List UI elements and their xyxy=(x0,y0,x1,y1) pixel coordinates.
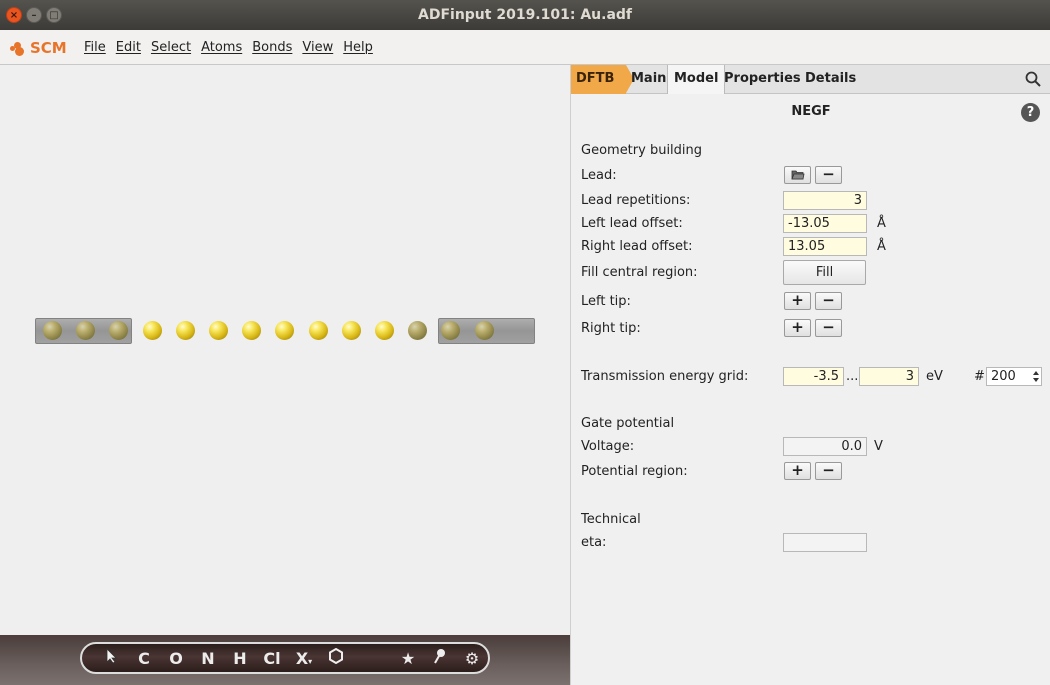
lead-open-button[interactable] xyxy=(784,166,811,184)
potential-region-add-button[interactable]: + xyxy=(784,462,811,480)
left-lead-offset-label: Left lead offset: xyxy=(581,216,683,231)
gold-atom[interactable] xyxy=(308,321,328,340)
transmission-grid-label: Transmission energy grid: xyxy=(581,369,749,384)
tool-chlorine[interactable]: Cl xyxy=(256,649,288,668)
search-icon[interactable] xyxy=(1025,71,1041,87)
fill-button[interactable]: Fill xyxy=(783,260,866,285)
gold-atom[interactable] xyxy=(175,321,195,340)
voltage-input[interactable]: 0.0 xyxy=(783,437,867,456)
tool-element-x-label: X xyxy=(295,648,309,668)
right-tip-remove-button[interactable]: − xyxy=(815,319,842,337)
tool-oxygen[interactable]: O xyxy=(160,649,192,668)
scm-logo-icon xyxy=(10,41,28,56)
gold-atom[interactable] xyxy=(209,321,228,340)
eta-label: eta: xyxy=(581,535,607,550)
pin-icon[interactable] xyxy=(424,648,456,668)
menu-bonds[interactable]: Bonds xyxy=(247,30,297,65)
eta-input[interactable] xyxy=(783,533,867,552)
panel-title: NEGF xyxy=(791,104,831,119)
tool-carbon[interactable]: C xyxy=(128,649,160,668)
fill-central-label: Fill central region: xyxy=(581,265,698,280)
molecule-viewport[interactable] xyxy=(0,65,570,635)
geometry-heading: Geometry building xyxy=(581,143,703,158)
gold-atom[interactable] xyxy=(142,321,162,340)
technical-heading: Technical xyxy=(581,512,641,527)
tool-hydrogen[interactable]: H xyxy=(224,649,256,668)
transmission-min-input[interactable]: -3.5 xyxy=(783,367,844,386)
panel-tabs: DFTB Main Model Properties Details xyxy=(571,65,1050,94)
right-offset-unit: Å xyxy=(877,239,886,254)
gold-atom[interactable] xyxy=(375,321,394,340)
right-lead-offset-label: Right lead offset: xyxy=(581,239,693,254)
lead-atom[interactable] xyxy=(43,321,62,340)
menu-help[interactable]: Help xyxy=(338,30,378,65)
properties-panel: DFTB Main Model Properties Details NEGF … xyxy=(570,65,1050,685)
transmission-ellipsis: ... xyxy=(846,369,859,384)
select-arrow-icon[interactable] xyxy=(96,648,128,668)
dropdown-triangle-icon: ▾ xyxy=(308,656,313,666)
menu-items: File Edit Select Atoms Bonds View Help xyxy=(79,30,378,65)
tab-model[interactable]: Model xyxy=(667,65,726,94)
voltage-unit: V xyxy=(874,439,883,454)
scm-logo-text: SCM xyxy=(30,39,67,57)
tool-element-x[interactable]: X▾ xyxy=(288,649,320,668)
menu-view[interactable]: View xyxy=(297,30,338,65)
transmission-max-input[interactable]: 3 xyxy=(859,367,919,386)
transmission-count-prefix: # xyxy=(974,369,985,384)
left-offset-unit: Å xyxy=(877,216,886,231)
tab-dftb[interactable]: DFTB xyxy=(571,65,626,94)
menu-bar: SCM File Edit Select Atoms Bonds View He… xyxy=(0,30,1050,65)
help-icon[interactable]: ? xyxy=(1021,103,1040,122)
tab-main[interactable]: Main xyxy=(625,65,672,94)
lead-atom[interactable] xyxy=(474,321,494,340)
star-icon[interactable]: ★ xyxy=(392,649,424,668)
lead-label: Lead: xyxy=(581,168,617,183)
window-title: ADFinput 2019.101: Au.adf xyxy=(418,7,632,23)
left-lead-offset-input[interactable]: -13.05 xyxy=(783,214,867,233)
tool-nitrogen[interactable]: N xyxy=(192,649,224,668)
count-spinner-icon[interactable] xyxy=(1030,367,1042,386)
right-tip-add-button[interactable]: + xyxy=(784,319,811,337)
left-tip-label: Left tip: xyxy=(581,294,631,309)
lead-remove-button[interactable]: − xyxy=(815,166,842,184)
tab-details[interactable]: Details xyxy=(799,65,862,94)
potential-region-label: Potential region: xyxy=(581,464,688,479)
gold-atom[interactable] xyxy=(242,321,262,340)
menu-file[interactable]: File xyxy=(79,30,111,65)
tab-properties[interactable]: Properties xyxy=(718,65,807,94)
scm-logo[interactable]: SCM xyxy=(10,39,67,57)
menu-atoms[interactable]: Atoms xyxy=(196,30,247,65)
atom-toolbar: C O N H Cl X▾ ★ ⚙ xyxy=(80,642,490,674)
lead-repetitions-label: Lead repetitions: xyxy=(581,193,691,208)
left-tip-add-button[interactable]: + xyxy=(784,292,811,310)
lead-atom[interactable] xyxy=(408,321,428,340)
left-tip-remove-button[interactable]: − xyxy=(815,292,842,310)
gate-heading: Gate potential xyxy=(581,416,675,431)
gold-atom[interactable] xyxy=(275,321,295,340)
potential-region-remove-button[interactable]: − xyxy=(815,462,842,480)
right-tip-label: Right tip: xyxy=(581,321,641,336)
menu-select[interactable]: Select xyxy=(146,30,196,65)
right-lead-offset-input[interactable]: 13.05 xyxy=(783,237,867,256)
menu-edit[interactable]: Edit xyxy=(111,30,146,65)
lead-repetitions-input[interactable]: 3 xyxy=(783,191,867,210)
voltage-label: Voltage: xyxy=(581,439,635,454)
title-bar: × – □ ADFinput 2019.101: Au.adf xyxy=(0,0,1050,30)
transmission-unit: eV xyxy=(926,369,943,384)
ring-hexagon-icon[interactable] xyxy=(320,647,352,668)
gear-icon[interactable]: ⚙ xyxy=(456,649,488,668)
gold-atom[interactable] xyxy=(341,321,361,340)
